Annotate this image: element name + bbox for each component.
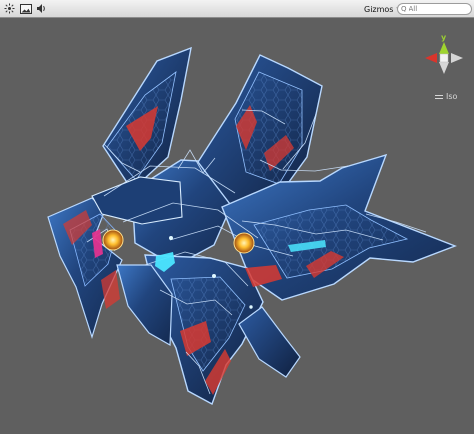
image-toggle-button[interactable] <box>18 1 33 16</box>
search-input[interactable] <box>406 4 459 14</box>
gizmos-dropdown[interactable]: Gizmos ▾ <box>364 2 400 16</box>
image-icon <box>19 3 32 14</box>
audio-toggle-button[interactable] <box>34 1 49 16</box>
projection-toggle[interactable]: Iso <box>435 92 457 101</box>
spaceship-model <box>47 46 457 406</box>
gizmos-label: Gizmos <box>364 4 394 14</box>
sun-toggle-button[interactable] <box>2 1 17 16</box>
projection-label: Iso <box>446 92 458 101</box>
sun-icon <box>4 3 15 14</box>
menu-lines-icon <box>435 94 443 100</box>
ship-body <box>47 46 457 406</box>
axis-y-label: y <box>441 33 447 42</box>
search-field[interactable]: Q <box>397 3 472 15</box>
audio-icon <box>37 4 45 13</box>
scene-window: Gizmos ▾ Q <box>0 0 474 434</box>
axis-orientation-icon <box>425 42 463 74</box>
axis-gizmo[interactable]: y <box>414 34 466 84</box>
scene-viewport[interactable]: y Iso <box>0 18 474 434</box>
scene-toolbar: Gizmos ▾ Q <box>0 0 474 18</box>
